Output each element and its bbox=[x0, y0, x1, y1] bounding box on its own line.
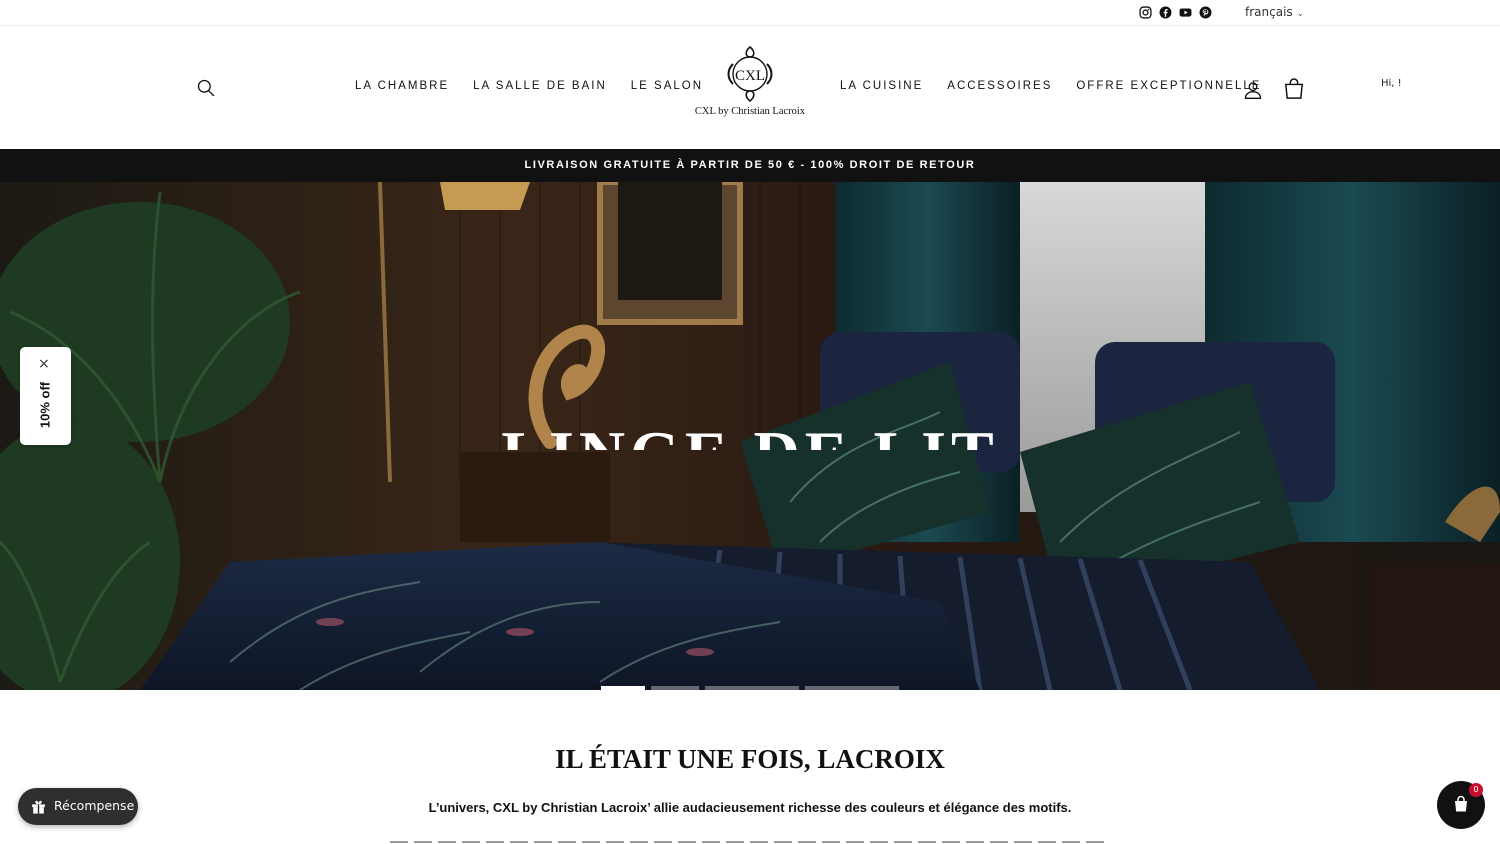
nav-item-la-cuisine[interactable]: LA CUISINE bbox=[840, 80, 923, 92]
logo-monogram: CXL bbox=[727, 45, 773, 103]
announcement-bar: LIVRAISON GRATUITE À PARTIR DE 50 € - 10… bbox=[0, 149, 1500, 182]
user-greeting: Hi, ! bbox=[1381, 78, 1402, 89]
hero-title: LINGE DE LIT bbox=[0, 414, 1500, 450]
nav-item-offre-exceptionnelle[interactable]: OFFRE EXCEPTIONNELLE bbox=[1076, 80, 1261, 92]
cart-bubble[interactable]: 0 bbox=[1437, 781, 1485, 829]
account-icon[interactable] bbox=[1243, 80, 1263, 100]
language-selector[interactable]: français ⌄ bbox=[1245, 5, 1304, 19]
instagram-icon[interactable] bbox=[1139, 4, 1152, 19]
slide-dot-4[interactable] bbox=[805, 686, 899, 690]
facebook-icon[interactable] bbox=[1159, 4, 1172, 19]
nav-item-la-salle-de-bain[interactable]: LA SALLE DE BAIN bbox=[473, 80, 607, 92]
slide-dot-2[interactable] bbox=[651, 686, 699, 690]
cart-icon[interactable] bbox=[1284, 78, 1304, 100]
section-title: IL ÉTAIT UNE FOIS, LACROIX bbox=[555, 744, 945, 774]
reward-button[interactable]: Récompense bbox=[18, 788, 138, 825]
section-body-cut-off bbox=[390, 838, 1110, 844]
discount-tab[interactable]: × 10% off bbox=[20, 347, 71, 445]
slideshow-pagination bbox=[601, 686, 899, 690]
social-links bbox=[1139, 4, 1212, 19]
main-nav-right: LA CUISINE ACCESSOIRES OFFRE EXCEPTIONNE… bbox=[840, 80, 1261, 92]
slide-dot-3[interactable] bbox=[705, 686, 799, 690]
main-nav-left: LA CHAMBRE LA SALLE DE BAIN LE SALON bbox=[355, 80, 703, 92]
site-header: LA CHAMBRE LA SALLE DE BAIN LE SALON CXL… bbox=[0, 26, 1500, 149]
cart-count-badge: 0 bbox=[1469, 783, 1483, 797]
shopping-bag-icon bbox=[1452, 795, 1470, 813]
language-label: français bbox=[1245, 5, 1293, 19]
youtube-icon[interactable] bbox=[1179, 4, 1192, 17]
announcement-text: LIVRAISON GRATUITE À PARTIR DE 50 € - 10… bbox=[524, 159, 976, 171]
pinterest-icon[interactable] bbox=[1199, 4, 1212, 19]
gift-icon bbox=[30, 798, 47, 815]
nav-item-la-chambre[interactable]: LA CHAMBRE bbox=[355, 80, 449, 92]
slide-dot-1[interactable] bbox=[601, 686, 645, 690]
logo-text: CXL by Christian Lacroix bbox=[694, 106, 806, 117]
top-utility-bar: français ⌄ bbox=[0, 0, 1500, 26]
reward-label: Récompense bbox=[54, 798, 135, 813]
nav-item-accessoires[interactable]: ACCESSOIRES bbox=[947, 80, 1052, 92]
search-icon[interactable] bbox=[196, 78, 216, 98]
svg-text:CXL: CXL bbox=[735, 68, 765, 84]
hero-slideshow[interactable]: LINGE DE LIT bbox=[0, 182, 1500, 690]
chevron-down-icon: ⌄ bbox=[1296, 9, 1305, 19]
discount-label: 10% off bbox=[37, 381, 53, 429]
close-icon[interactable]: × bbox=[38, 356, 50, 372]
brand-logo[interactable]: CXL CXL by Christian Lacroix bbox=[690, 44, 810, 128]
section-subtitle: L’univers, CXL by Christian Lacroix’ all… bbox=[428, 800, 1072, 815]
